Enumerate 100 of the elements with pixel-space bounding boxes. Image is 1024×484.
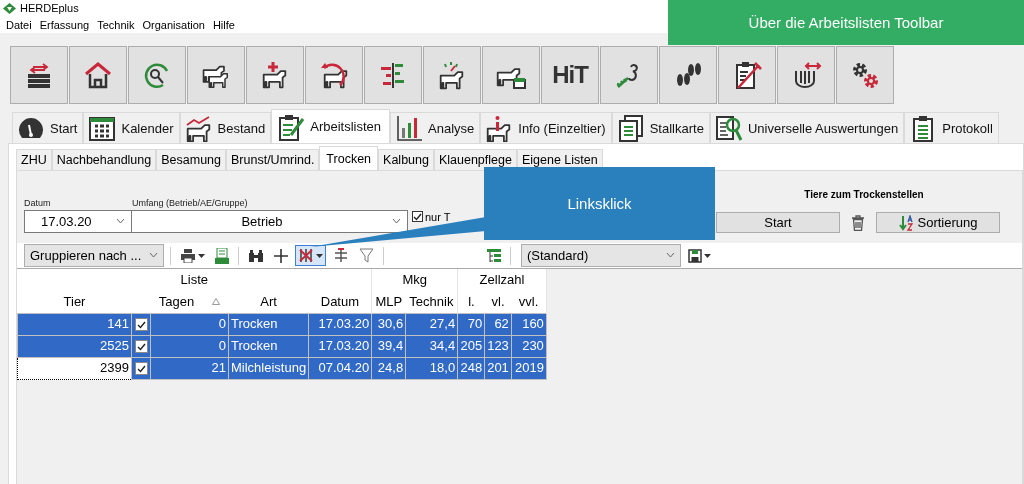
tab[interactable]: Nachbehandlung [51, 149, 157, 170]
toolbar-button[interactable] [305, 46, 363, 104]
caret-icon [198, 253, 205, 258]
chevron-icon [392, 219, 401, 224]
checkbox[interactable] [134, 340, 148, 354]
column-header[interactable]: Datum [320, 293, 360, 309]
menu-item[interactable]: Datei [3, 18, 37, 31]
tab[interactable]: Stallkarte [611, 112, 710, 143]
tab[interactable]: Bestand [179, 112, 272, 143]
filter-button[interactable] [356, 245, 377, 266]
window-title: HERDEplus [20, 2, 79, 14]
start-button[interactable]: Start [716, 212, 840, 233]
view-dropdown[interactable]: (Standard) [521, 244, 681, 267]
tab[interactable]: Info (Einzeltier) [480, 112, 612, 143]
tab[interactable]: ZHU [16, 149, 52, 170]
bar-chart-icon [395, 114, 424, 142]
column-group-header: Mkg [402, 272, 427, 287]
scope-dropdown[interactable]: Betrieb [132, 210, 408, 233]
columns-cross-icon [298, 248, 314, 263]
menu-item[interactable]: Organisation [139, 18, 210, 31]
table-cell: 17.03.20 [308, 313, 372, 335]
toolbar-button[interactable]: HiT [541, 46, 599, 104]
toolbar-button[interactable] [187, 46, 245, 104]
tab[interactable]: Kalbung [378, 149, 434, 170]
toolbar-button[interactable] [718, 46, 776, 104]
tab[interactable]: Protokoll [904, 112, 999, 143]
checkbox[interactable] [134, 362, 148, 376]
chevron-icon [666, 253, 675, 258]
caret-icon [316, 253, 323, 258]
field-label: Umfang (Betrieb/AE/Gruppe) [132, 198, 249, 208]
toolbar-button[interactable] [777, 46, 835, 104]
table-cell: 2399 [17, 357, 132, 379]
chevron-icon [116, 219, 125, 224]
column-header[interactable]: Tagen [158, 291, 195, 312]
menu-item[interactable]: Technik [94, 18, 140, 31]
table-cell: Trocken [228, 313, 309, 335]
column-header[interactable]: vl. [491, 293, 505, 309]
trash-icon[interactable] [851, 214, 865, 231]
toolbar-button[interactable] [423, 46, 481, 104]
table-cell: 62 [484, 313, 512, 335]
table-cell: 141 [17, 313, 132, 335]
table-cell: 70 [457, 313, 485, 335]
field-label: Datum [24, 198, 52, 208]
binoculars-icon [248, 248, 264, 263]
checkmark-icon [136, 320, 146, 329]
sort-az-icon [898, 214, 915, 231]
checkbox-label: nur T [425, 211, 451, 223]
toolbar-button[interactable] [659, 46, 717, 104]
table-cell: 160 [511, 313, 547, 335]
tab[interactable]: Brunst/Umrind. [226, 149, 320, 170]
document-search-icon [714, 114, 743, 142]
tab[interactable]: Start [12, 112, 84, 143]
toolbar-button[interactable] [10, 46, 68, 104]
toolbar-button[interactable] [69, 46, 127, 104]
column-chooser-button[interactable] [295, 245, 326, 266]
toolbar-button[interactable] [836, 46, 894, 104]
toolbar-button[interactable] [246, 46, 304, 104]
group-by-dropdown[interactable]: Gruppieren nach ... [24, 244, 164, 267]
tab[interactable]: Trocken [319, 146, 379, 170]
column-header[interactable]: vvl. [518, 293, 539, 309]
checkmark-icon [413, 212, 422, 221]
plus-icon [274, 248, 288, 263]
column-header[interactable]: MLP [375, 293, 403, 309]
date-dropdown[interactable]: 17.03.20 [24, 210, 132, 233]
chevron-icon [149, 253, 159, 258]
spreadsheet-icon [215, 247, 229, 264]
excel-export-button[interactable] [212, 245, 232, 266]
filter-icon [359, 248, 374, 263]
tab[interactable]: Klauenpflege [433, 149, 517, 170]
menu-item[interactable]: Erfassung [36, 18, 95, 31]
checkbox[interactable] [134, 318, 148, 332]
tree-list-icon [487, 248, 501, 263]
menu-item[interactable]: Hilfe [209, 18, 240, 31]
tab[interactable]: Universelle Auswertungen [709, 112, 905, 143]
column-header[interactable]: Tier [63, 293, 86, 309]
tab[interactable]: Arbeitslisten [271, 109, 391, 143]
tab[interactable]: Kalender [83, 112, 180, 143]
house-icon [82, 59, 114, 91]
printer-icon [180, 248, 196, 263]
toolbar-button[interactable] [482, 46, 540, 104]
tab[interactable]: Besamung [156, 149, 226, 170]
column-header[interactable]: l. [468, 293, 475, 309]
table-cell: 0 [150, 313, 229, 335]
clipboard-pen-icon [277, 112, 306, 141]
checkbox[interactable] [412, 211, 423, 222]
sort-button[interactable]: Sortierung [876, 212, 1000, 233]
save-icon [688, 248, 702, 263]
caret-icon [704, 253, 711, 258]
column-group-header: Liste [180, 272, 209, 287]
table-cell: 27,4 [405, 313, 458, 335]
header-banner: Über die Arbeitslisten Toolbar [668, 0, 1024, 45]
table-cell: 2525 [17, 335, 132, 357]
column-header[interactable]: Art [260, 293, 277, 309]
calendar-icon [88, 114, 117, 142]
column-header[interactable]: Technik [409, 293, 454, 309]
column-group-header: Zellzahl [479, 272, 525, 287]
panel-title: Tiere zum Trockenstellen [804, 189, 924, 200]
callout: Linksklick [484, 167, 715, 240]
checkmark-icon [136, 342, 146, 351]
tab[interactable]: Analyse [390, 112, 481, 143]
